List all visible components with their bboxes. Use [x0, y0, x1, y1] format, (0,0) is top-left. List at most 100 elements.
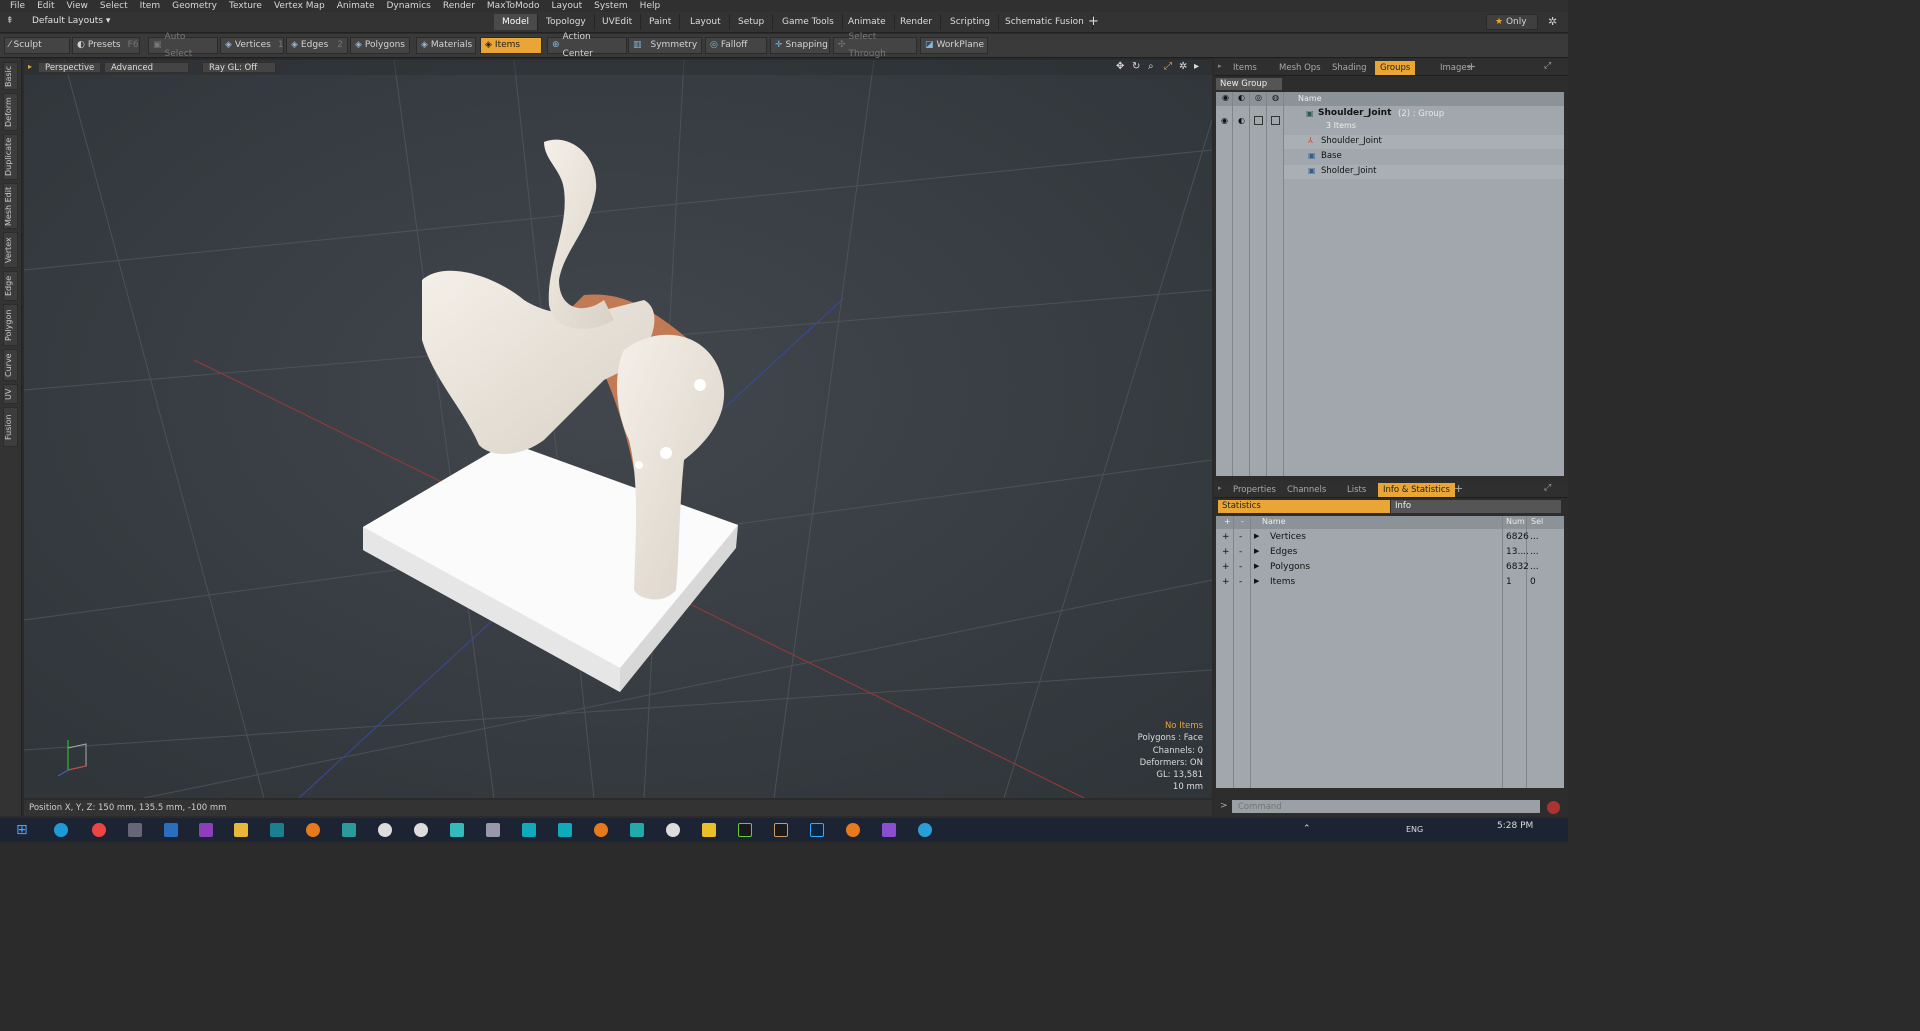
remove-icon[interactable]: -	[1239, 532, 1242, 542]
table-row[interactable]: + - ▶ Edges 13.... ...	[1216, 546, 1564, 560]
tab-scripting[interactable]: Scripting	[942, 14, 1000, 30]
advanced-button[interactable]: Advanced	[104, 62, 189, 73]
chevron-up-icon[interactable]: ⌃	[1303, 824, 1311, 834]
action-center-button[interactable]: ⊕ Action Center	[547, 32, 627, 59]
viewport-settings-icon[interactable]: ✲	[1179, 61, 1187, 72]
items-button[interactable]: ◈ Items	[480, 37, 542, 54]
menu-system[interactable]: System	[594, 1, 628, 11]
menu-animate[interactable]: Animate	[337, 1, 375, 11]
menu-file[interactable]: File	[10, 1, 25, 11]
sculpt-button[interactable]: ⁄ Sculpt	[4, 37, 70, 54]
render-checkbox[interactable]	[1254, 116, 1263, 125]
viewport-menu-icon[interactable]: ▸	[28, 62, 32, 71]
menu-help[interactable]: Help	[640, 1, 661, 11]
maya-icon[interactable]	[630, 823, 644, 837]
menu-edit[interactable]: Edit	[37, 1, 54, 11]
3ds-icon[interactable]	[558, 823, 572, 837]
tab-layout[interactable]: Layout	[682, 14, 730, 30]
app-icon[interactable]	[414, 823, 428, 837]
remove-icon[interactable]: -	[1239, 562, 1242, 572]
eye-icon[interactable]: ◉	[1221, 116, 1228, 125]
viewport-expand-icon[interactable]: ▸	[1194, 61, 1199, 72]
tab-items[interactable]: Items	[1228, 61, 1262, 75]
vtab-mesh-edit[interactable]: Mesh Edit	[3, 183, 18, 229]
lock-icon[interactable]: ◐	[1238, 116, 1245, 125]
maximize-icon[interactable]: ⤢	[1544, 61, 1551, 71]
vtab-basic[interactable]: Basic	[3, 62, 18, 90]
add-tab-icon[interactable]: +	[1467, 60, 1476, 73]
select-checkbox[interactable]	[1271, 116, 1280, 125]
app-icon[interactable]	[486, 823, 500, 837]
blender-icon[interactable]	[594, 823, 608, 837]
panel-menu-icon[interactable]: ▸	[1218, 62, 1222, 70]
tree-item[interactable]: ▣ Base	[1284, 150, 1564, 164]
vtab-vertex[interactable]: Vertex	[3, 232, 18, 268]
maximize-icon[interactable]: ⤢	[1544, 483, 1551, 493]
blender-icon[interactable]	[846, 823, 860, 837]
group-row[interactable]: ◉ ◐ ▣ Shoulder_Joint (2) : Group 3 Items	[1216, 108, 1564, 134]
vtab-curve[interactable]: Curve	[3, 349, 18, 381]
tab-info-statistics[interactable]: Info & Statistics	[1378, 483, 1455, 497]
select-through-button[interactable]: ✣ Select Through	[833, 32, 917, 59]
calculator-icon[interactable]	[128, 823, 142, 837]
edges-button[interactable]: ◈ Edges 2	[286, 37, 348, 54]
raygl-button[interactable]: Ray GL: Off	[202, 62, 276, 73]
tree-item[interactable]: ▣ Sholder_Joint	[1284, 165, 1564, 179]
language-indicator[interactable]: ENG	[1406, 825, 1423, 834]
tab-mesh-ops[interactable]: Mesh Ops	[1274, 61, 1326, 75]
visual-studio-icon[interactable]	[882, 823, 896, 837]
windows-start-icon[interactable]: ⊞	[16, 822, 28, 838]
add-tab-icon[interactable]: +	[1088, 14, 1099, 29]
materials-button[interactable]: ◈ Materials	[416, 37, 476, 54]
steam-icon[interactable]	[164, 823, 178, 837]
3ds-icon[interactable]	[522, 823, 536, 837]
app-icon[interactable]	[738, 823, 752, 837]
perspective-button[interactable]: Perspective	[38, 62, 102, 73]
3d-viewport[interactable]: ▸ Perspective Advanced Ray GL: Off ✥ ↻ ⌕…	[24, 60, 1212, 798]
menu-select[interactable]: Select	[100, 1, 128, 11]
zoom-icon[interactable]: ⌕	[1148, 61, 1154, 72]
app-icon[interactable]	[702, 823, 716, 837]
expand-icon[interactable]: ▶	[1254, 532, 1259, 540]
tab-lists[interactable]: Lists	[1342, 483, 1371, 497]
app-icon[interactable]	[450, 823, 464, 837]
blender-icon[interactable]	[306, 823, 320, 837]
app-icon[interactable]	[378, 823, 392, 837]
onenote-icon[interactable]	[199, 823, 213, 837]
info-subtab[interactable]: Info	[1391, 500, 1561, 513]
table-row[interactable]: + - ▶ Polygons 6832 ...	[1216, 561, 1564, 575]
remove-icon[interactable]: -	[1239, 577, 1242, 587]
presets-button[interactable]: ◐ Presets F6	[72, 37, 140, 54]
add-icon[interactable]: +	[1222, 562, 1230, 572]
layout-collapse-icon[interactable]: ⇞	[6, 16, 14, 26]
statistics-subtab[interactable]: Statistics	[1218, 500, 1390, 513]
add-tab-icon[interactable]: +	[1454, 482, 1463, 495]
tab-model[interactable]: Model	[494, 14, 539, 30]
vtab-edge[interactable]: Edge	[3, 271, 18, 301]
table-row[interactable]: + - ▶ Vertices 6826 ...	[1216, 531, 1564, 545]
menu-render[interactable]: Render	[443, 1, 475, 11]
vtab-uv[interactable]: UV	[3, 384, 18, 404]
add-icon[interactable]: +	[1222, 547, 1230, 557]
add-icon[interactable]: +	[1222, 577, 1230, 587]
vtab-polygon[interactable]: Polygon	[3, 304, 18, 346]
expand-icon[interactable]: ▶	[1254, 562, 1259, 570]
tab-properties[interactable]: Properties	[1228, 483, 1281, 497]
modo-icon[interactable]	[342, 823, 356, 837]
app-icon[interactable]	[270, 823, 284, 837]
symmetry-button[interactable]: ▥ Symmetry	[628, 37, 702, 54]
tab-setup[interactable]: Setup	[730, 14, 774, 30]
move-view-icon[interactable]: ✥	[1116, 61, 1124, 72]
tree-item[interactable]: ⅄ Shoulder_Joint	[1284, 135, 1564, 149]
command-input[interactable]	[1232, 800, 1540, 813]
vtab-fusion[interactable]: Fusion	[3, 407, 18, 447]
fit-view-icon[interactable]: ⤢	[1164, 61, 1172, 72]
menu-item[interactable]: Item	[140, 1, 161, 11]
workplane-button[interactable]: ◪ WorkPlane	[920, 37, 988, 54]
tab-schematic-fusion[interactable]: Schematic Fusion	[997, 14, 1093, 30]
photoshop-icon[interactable]	[810, 823, 824, 837]
tab-shading[interactable]: Shading	[1327, 61, 1372, 75]
tab-groups[interactable]: Groups	[1375, 61, 1416, 75]
tab-paint[interactable]: Paint	[641, 14, 681, 30]
vtab-duplicate[interactable]: Duplicate	[3, 134, 18, 180]
